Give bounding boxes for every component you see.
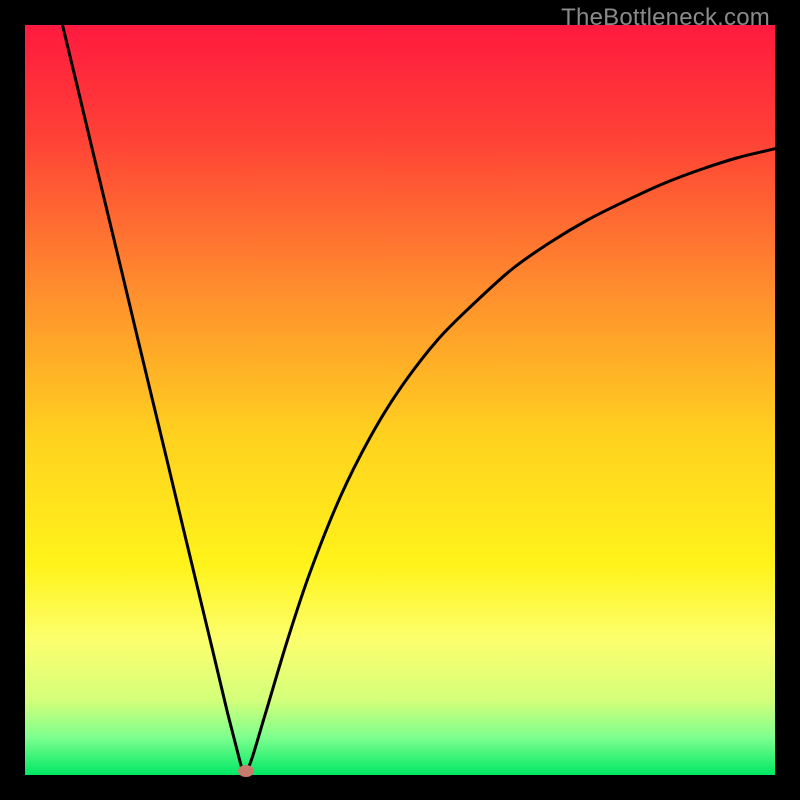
minimum-marker-icon <box>238 765 254 777</box>
watermark-text: TheBottleneck.com <box>561 4 770 32</box>
bottleneck-curve <box>63 25 776 771</box>
chart-plot <box>25 25 775 775</box>
chart-frame <box>25 25 775 775</box>
